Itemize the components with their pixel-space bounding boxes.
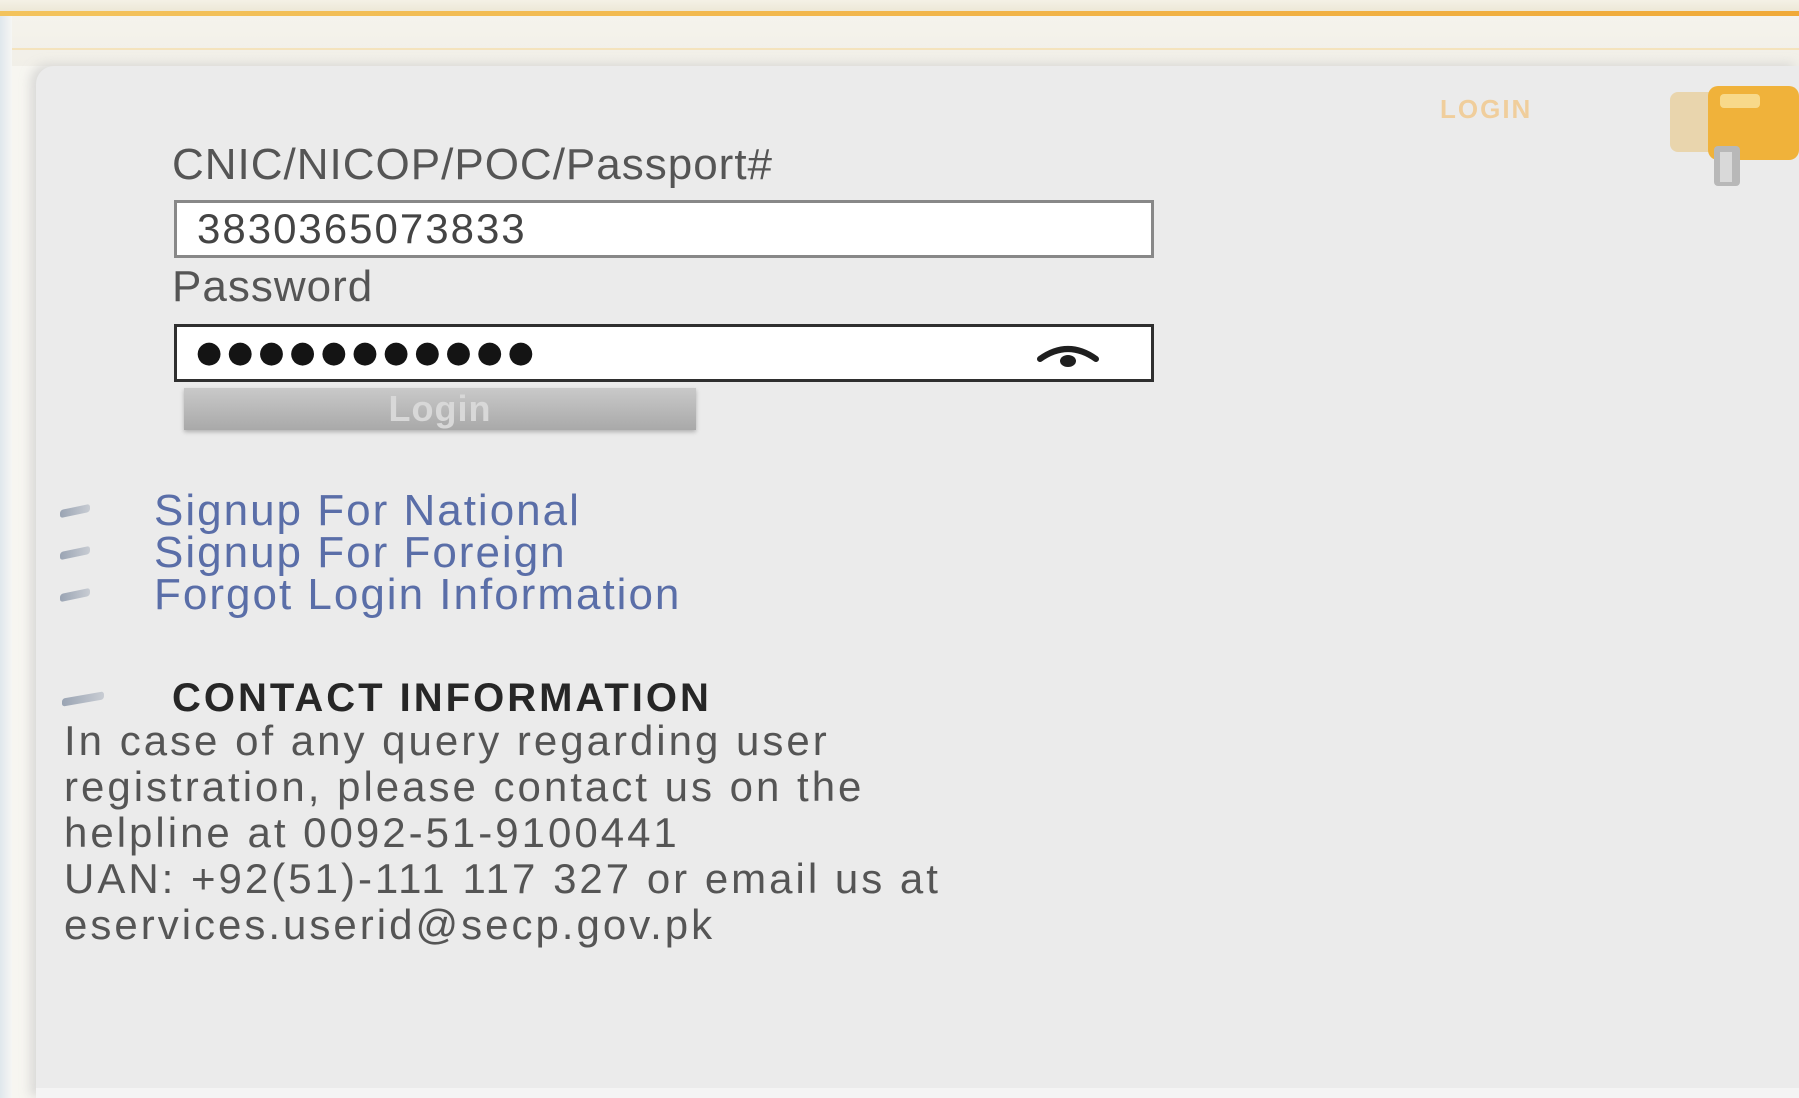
contact-email[interactable]: eservices.userid@secp.gov.pk — [64, 902, 1764, 948]
contact-heading-row: CONTACT INFORMATION — [62, 676, 712, 721]
password-label: Password — [172, 262, 374, 311]
left-edge — [0, 16, 12, 1098]
bullet-icon — [60, 503, 90, 519]
link-item[interactable]: Signup For National — [60, 486, 681, 535]
contact-line: In case of any query regarding user — [64, 717, 830, 764]
panel-bottom — [36, 1088, 1799, 1098]
link-item[interactable]: Signup For Foreign — [60, 528, 681, 577]
link-item[interactable]: Forgot Login Information — [60, 570, 681, 619]
contact-line: registration, please contact us on the — [64, 763, 865, 810]
contact-body: In case of any query regarding user regi… — [64, 718, 1764, 948]
forgot-login-link[interactable]: Forgot Login Information — [154, 570, 681, 620]
password-masked-value: ●●●●●●●●●●● — [196, 335, 539, 370]
bullet-icon — [62, 690, 104, 707]
login-page: LOGIN CNIC/NICOP/POC/Passport# Password … — [0, 0, 1799, 1098]
contact-heading: CONTACT INFORMATION — [172, 676, 712, 720]
top-band — [8, 16, 1799, 66]
band-rule — [8, 48, 1799, 50]
id-label: CNIC/NICOP/POC/Passport# — [172, 140, 774, 189]
login-badge: LOGIN — [1440, 86, 1799, 186]
eye-icon[interactable] — [1036, 337, 1100, 371]
bullet-icon — [60, 587, 90, 603]
login-button[interactable]: Login — [184, 388, 696, 430]
bullet-icon — [60, 545, 90, 561]
links-list: Signup For National Signup For Foreign F… — [60, 486, 681, 619]
key-icon — [1670, 86, 1799, 186]
contact-line: helpline at 0092-51-9100441 — [64, 809, 680, 856]
contact-line: UAN: +92(51)-111 117 327 or email us at — [64, 855, 941, 902]
login-badge-text: LOGIN — [1440, 94, 1533, 124]
id-input[interactable] — [174, 200, 1154, 258]
